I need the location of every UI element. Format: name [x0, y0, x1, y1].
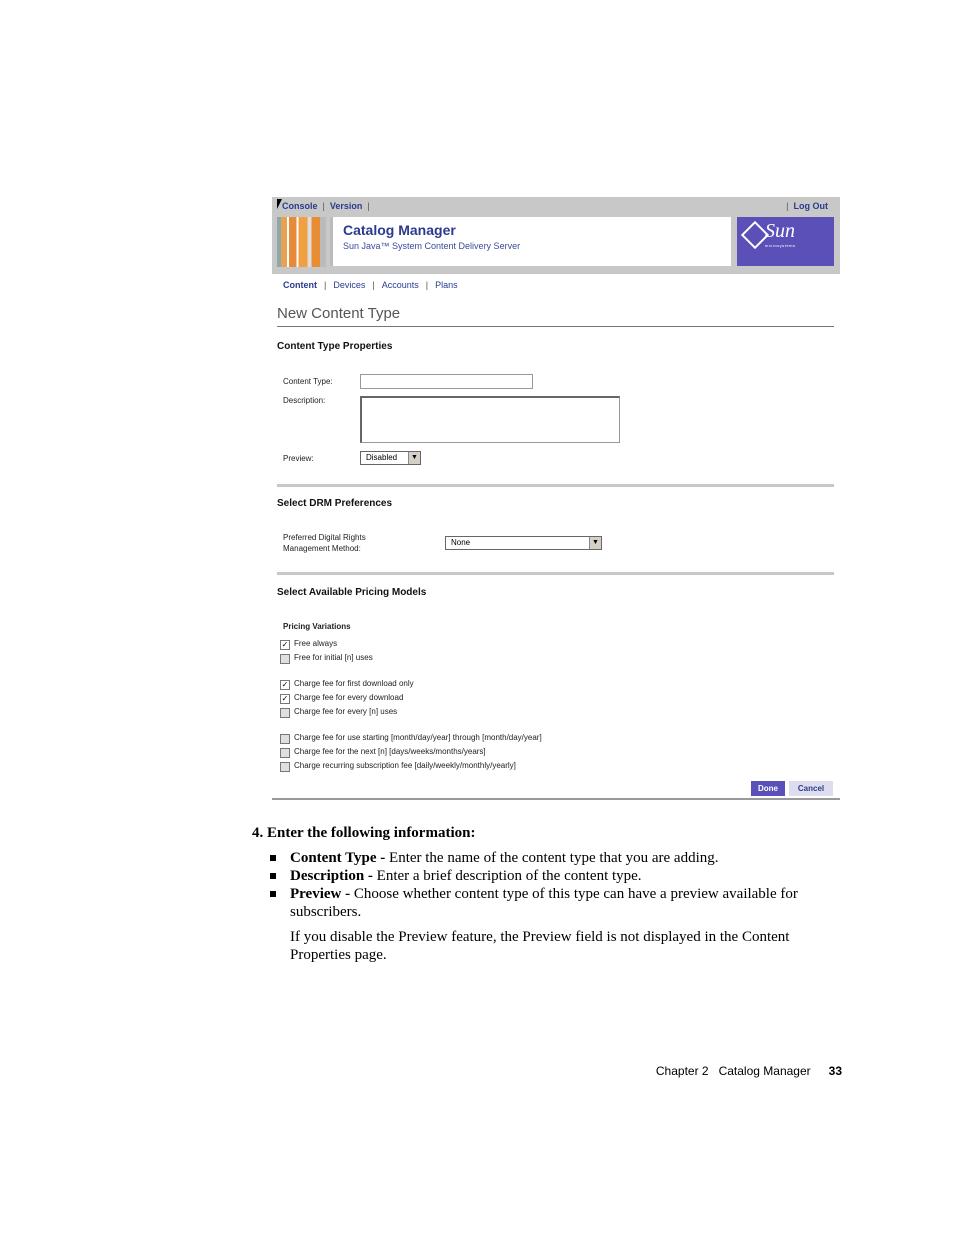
section-divider: [277, 572, 834, 575]
bullet-term: Description -: [290, 868, 373, 884]
bullet-text: Enter the name of the content type that …: [385, 850, 719, 866]
drm-select-value: None: [451, 538, 471, 547]
bullet-text: Enter a brief description of the content…: [372, 868, 642, 884]
top-links: Console | Version |: [282, 201, 370, 211]
tab-devices[interactable]: Devices: [333, 280, 365, 290]
preview-select-value: Disabled: [366, 453, 398, 462]
checkmark-icon: ✓: [281, 680, 289, 689]
tab-plans[interactable]: Plans: [435, 280, 458, 290]
bullet-square-icon: [270, 891, 276, 897]
bullet-description: Description - Enter a brief description …: [270, 867, 842, 885]
page-title: New Content Type: [277, 305, 401, 322]
section-pricing-title: Select Available Pricing Models: [277, 587, 427, 598]
masthead: Console | Version | | Log Out Catalog Manage…: [272, 197, 840, 274]
sun-logo-word: Sun: [765, 220, 795, 242]
console-link[interactable]: Console: [282, 201, 318, 211]
app-title: Catalog Manager: [343, 222, 456, 238]
drm-select[interactable]: None ▼: [445, 536, 602, 550]
bullet-preview: Preview - Choose whether content type of…: [270, 885, 842, 921]
bullet-list: Content Type - Enter the name of the con…: [270, 849, 842, 921]
cancel-button[interactable]: Cancel: [789, 781, 833, 796]
checkbox-label: Free for initial [n] uses: [294, 653, 373, 662]
checkbox-label: Charge fee for every download: [294, 693, 404, 702]
checkbox-label: Free always: [294, 639, 338, 648]
tab-content[interactable]: Content: [283, 280, 317, 290]
title-divider: [277, 326, 834, 327]
checkbox-label: Charge fee for every [n] uses: [294, 707, 398, 716]
content-type-label: Content Type:: [283, 377, 333, 386]
chevron-down-icon[interactable]: ▼: [408, 452, 420, 464]
checkbox-every-download[interactable]: ✓: [280, 694, 290, 704]
pricing-variations-label: Pricing Variations: [283, 622, 351, 631]
section-drm-title: Select DRM Preferences: [277, 498, 393, 509]
description-textarea[interactable]: [360, 396, 620, 443]
figure-bottom-rule: [272, 798, 840, 800]
checkbox-subscription[interactable]: [280, 762, 290, 772]
done-button[interactable]: Done: [751, 781, 785, 796]
checkbox-label: Charge fee for first download only: [294, 679, 414, 688]
note-paragraph: If you disable the Preview feature, the …: [290, 929, 790, 963]
books-image: [277, 217, 326, 267]
footer-chapter: Chapter 2 Catalog Manager: [655, 1064, 811, 1078]
checkmark-icon: ✓: [281, 640, 289, 649]
section-properties-title: Content Type Properties: [277, 341, 393, 352]
checkbox-label: Charge recurring subscription fee [daily…: [294, 761, 516, 770]
checkbox-label: Charge fee for use starting [month/day/y…: [294, 733, 542, 742]
drm-label: Preferred Digital Rights Management Meth…: [283, 533, 366, 553]
bullet-content-type: Content Type - Enter the name of the con…: [270, 849, 842, 867]
checkbox-next-period[interactable]: [280, 748, 290, 758]
checkbox-label: Charge fee for the next [n] [days/weeks/…: [294, 747, 486, 756]
tab-bar: Content | Devices | Accounts | Plans: [283, 280, 458, 290]
section-divider: [277, 484, 834, 487]
bullet-square-icon: [270, 873, 276, 879]
checkmark-icon: ✓: [281, 694, 289, 703]
checkbox-free-initial[interactable]: [280, 654, 290, 664]
logout-area: | Log Out: [786, 201, 828, 211]
page-number: 33: [828, 1064, 842, 1078]
checkbox-first-download[interactable]: ✓: [280, 680, 290, 690]
bullet-square-icon: [270, 855, 276, 861]
checkbox-date-range[interactable]: [280, 734, 290, 744]
bullet-term: Content Type -: [290, 850, 386, 866]
chevron-down-icon[interactable]: ▼: [589, 537, 601, 549]
checkbox-every-n-uses[interactable]: [280, 708, 290, 718]
bullet-text: Choose whether content type of this type…: [290, 886, 798, 920]
sun-logo-microsystems: microsystems: [765, 243, 796, 248]
content-type-input[interactable]: [360, 374, 533, 389]
app-subtitle: Sun Java™ System Content Delivery Server: [343, 241, 521, 251]
sun-logo: Sun microsystems: [737, 217, 834, 266]
description-label: Description:: [283, 396, 326, 405]
preview-label: Preview:: [283, 454, 314, 463]
version-link[interactable]: Version: [330, 201, 363, 211]
bullet-term: Preview -: [290, 886, 351, 902]
screenshot-figure: Console | Version | | Log Out Catalog Manage…: [272, 197, 840, 801]
title-box: Catalog Manager Sun Java™ System Content…: [330, 217, 731, 266]
logout-link[interactable]: Log Out: [794, 201, 829, 211]
tab-accounts[interactable]: Accounts: [382, 280, 419, 290]
page-footer: Chapter 2 Catalog Manager 33: [656, 1064, 842, 1078]
checkbox-free-always[interactable]: ✓: [280, 640, 290, 650]
step-heading: 4. Enter the following information:: [252, 825, 476, 841]
preview-select[interactable]: Disabled ▼: [360, 451, 421, 465]
